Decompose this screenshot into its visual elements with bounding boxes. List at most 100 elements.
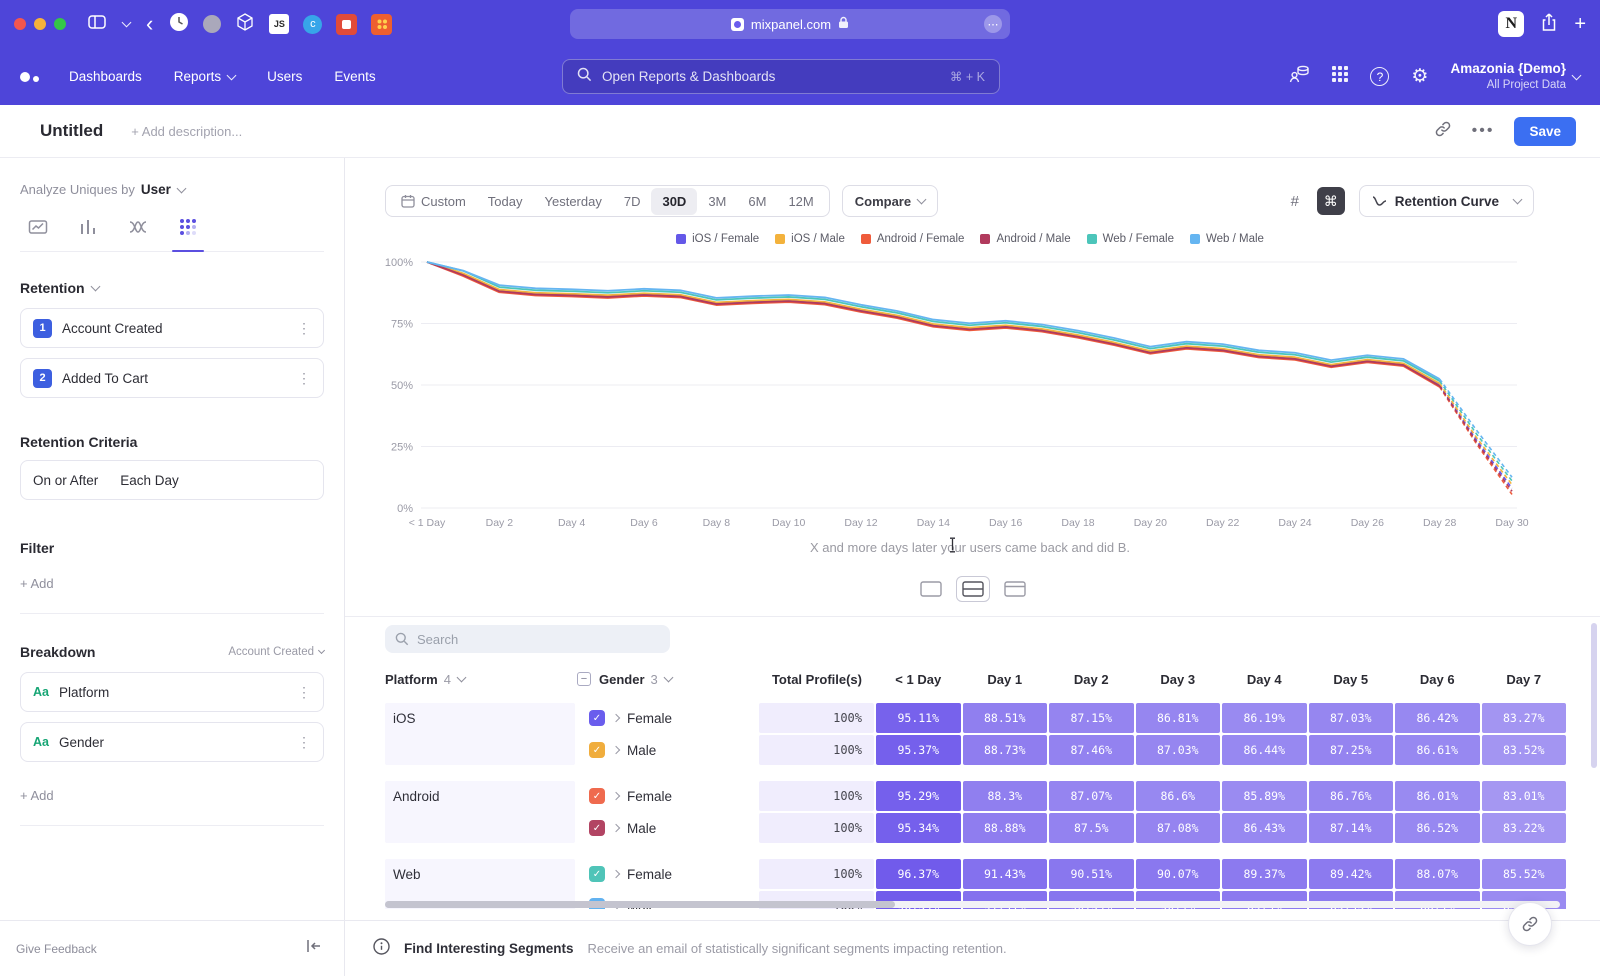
- apps-grid-icon[interactable]: [1332, 66, 1348, 87]
- retention-cell[interactable]: 86.01%: [1395, 781, 1480, 811]
- red-extension-icon[interactable]: [336, 14, 357, 35]
- chart-type-dropdown[interactable]: Retention Curve: [1359, 185, 1534, 217]
- legend-item-android-male[interactable]: Android / Male: [980, 233, 1070, 245]
- legend-item-android-female[interactable]: Android / Female: [861, 233, 965, 245]
- gender-cell[interactable]: ✓Female: [577, 859, 757, 889]
- give-feedback-button[interactable]: Give Feedback: [16, 942, 97, 956]
- chevron-right-icon[interactable]: [612, 870, 620, 878]
- retention-cell[interactable]: 83.52%: [1482, 735, 1567, 765]
- gender-column-header[interactable]: − Gender 3: [577, 672, 757, 687]
- breakdown-platform[interactable]: Aa Platform ⋮: [20, 672, 324, 712]
- browser-sidebar-icon[interactable]: [88, 14, 106, 35]
- table-only-toggle[interactable]: [998, 576, 1032, 602]
- range-7d[interactable]: 7D: [613, 188, 652, 215]
- retention-cell[interactable]: 86.81%: [1136, 703, 1221, 733]
- step-account-created[interactable]: 1 Account Created ⋮: [20, 308, 324, 348]
- retention-cell[interactable]: 88.3%: [963, 781, 1048, 811]
- select-all-checkbox[interactable]: −: [577, 672, 591, 686]
- retention-cell[interactable]: 86.42%: [1395, 703, 1480, 733]
- keyboard-shortcuts-icon[interactable]: ⌘: [1317, 187, 1345, 215]
- retention-cell[interactable]: 90.07%: [1136, 859, 1221, 889]
- find-interesting-segments-button[interactable]: Find Interesting Segments: [404, 941, 574, 956]
- retention-cell[interactable]: 86.76%: [1309, 781, 1394, 811]
- breakdown-gender[interactable]: Aa Gender ⋮: [20, 722, 324, 762]
- user-data-icon[interactable]: [1289, 64, 1310, 89]
- blue-extension-icon[interactable]: c: [303, 15, 322, 34]
- retention-cell[interactable]: 86.61%: [1395, 735, 1480, 765]
- retention-cell[interactable]: 83.22%: [1482, 813, 1567, 843]
- vertical-scrollbar-thumb[interactable]: [1591, 623, 1597, 768]
- new-tab-icon[interactable]: +: [1574, 13, 1586, 36]
- global-search[interactable]: Open Reports & Dashboards ⌘ + K: [562, 59, 1000, 94]
- gender-cell[interactable]: ✓Female: [577, 781, 757, 811]
- range-3m[interactable]: 3M: [697, 188, 737, 215]
- retention-cell[interactable]: 95.29%: [876, 781, 961, 811]
- platform-cell-android[interactable]: Android: [385, 781, 575, 843]
- retention-cell[interactable]: 88.07%: [1395, 859, 1480, 889]
- range-today[interactable]: Today: [477, 188, 534, 215]
- address-more-icon[interactable]: ⋯: [984, 15, 1002, 33]
- split-view-toggle[interactable]: [956, 576, 990, 602]
- add-filter-button[interactable]: + Add: [20, 576, 324, 591]
- retention-cell[interactable]: 95.37%: [876, 735, 961, 765]
- legend-item-ios-male[interactable]: iOS / Male: [775, 233, 845, 245]
- mixpanel-logo[interactable]: [20, 72, 39, 82]
- day-column-header-2[interactable]: Day 2: [1049, 672, 1134, 687]
- nav-dashboards[interactable]: Dashboards: [69, 69, 142, 84]
- horizontal-scrollbar-thumb[interactable]: [385, 901, 895, 908]
- retention-cell[interactable]: 86.43%: [1222, 813, 1307, 843]
- gender-cell[interactable]: ✓Female: [577, 703, 757, 733]
- retention-cell[interactable]: 88.51%: [963, 703, 1048, 733]
- retention-cell[interactable]: 87.07%: [1049, 781, 1134, 811]
- gender-checkbox[interactable]: ✓: [589, 820, 605, 836]
- retention-cell[interactable]: 83.27%: [1482, 703, 1567, 733]
- platform-cell-ios[interactable]: iOS: [385, 703, 575, 765]
- criteria-granularity-select[interactable]: Each Day: [120, 473, 179, 488]
- save-button[interactable]: Save: [1514, 117, 1576, 146]
- retention-section-header[interactable]: Retention: [20, 280, 324, 296]
- retention-cell[interactable]: 96.37%: [876, 859, 961, 889]
- day-column-header-6[interactable]: Day 6: [1395, 672, 1480, 687]
- tab-insights[interactable]: [20, 211, 56, 251]
- range-yesterday[interactable]: Yesterday: [534, 188, 613, 215]
- tab-flows[interactable]: [120, 211, 156, 251]
- annotations-icon[interactable]: #: [1281, 187, 1309, 215]
- step-options-icon[interactable]: ⋮: [297, 370, 311, 387]
- back-button[interactable]: ‹: [146, 13, 153, 35]
- range-30d[interactable]: 30D: [651, 188, 697, 215]
- step-options-icon[interactable]: ⋮: [297, 320, 311, 337]
- retention-cell[interactable]: 91.43%: [963, 859, 1048, 889]
- retention-cell[interactable]: 86.52%: [1395, 813, 1480, 843]
- platform-column-header[interactable]: Platform 4: [385, 672, 575, 687]
- legend-item-web-female[interactable]: Web / Female: [1087, 233, 1174, 245]
- retention-cell[interactable]: 87.14%: [1309, 813, 1394, 843]
- tab-overview-chevron-icon[interactable]: [122, 18, 132, 28]
- gender-checkbox[interactable]: ✓: [589, 866, 605, 882]
- project-switcher[interactable]: Amazonia {Demo} All Project Data: [1450, 61, 1580, 92]
- breakdown-options-icon[interactable]: ⋮: [297, 684, 311, 701]
- chevron-right-icon[interactable]: [612, 714, 620, 722]
- legend-item-ios-female[interactable]: iOS / Female: [676, 233, 759, 245]
- breakdown-scope-dropdown[interactable]: Account Created: [228, 646, 324, 658]
- range-6m[interactable]: 6M: [737, 188, 777, 215]
- add-breakdown-button[interactable]: + Add: [20, 788, 324, 803]
- gender-checkbox[interactable]: ✓: [589, 742, 605, 758]
- retention-cell[interactable]: 85.52%: [1482, 859, 1567, 889]
- more-options-icon[interactable]: •••: [1472, 122, 1495, 140]
- share-link-fab[interactable]: [1508, 902, 1552, 946]
- retention-cell[interactable]: 90.51%: [1049, 859, 1134, 889]
- nav-reports[interactable]: Reports: [174, 69, 235, 84]
- retention-cell[interactable]: 89.37%: [1222, 859, 1307, 889]
- retention-cell[interactable]: 87.08%: [1136, 813, 1221, 843]
- retention-cell[interactable]: 95.11%: [876, 703, 961, 733]
- range-custom[interactable]: Custom: [390, 188, 477, 215]
- retention-cell[interactable]: 87.5%: [1049, 813, 1134, 843]
- nav-users[interactable]: Users: [267, 69, 302, 84]
- gender-cell[interactable]: ✓Male: [577, 813, 757, 843]
- day-column-header-7[interactable]: Day 7: [1482, 672, 1567, 687]
- address-bar[interactable]: mixpanel.com ⋯: [570, 9, 1010, 39]
- analyze-entity-dropdown[interactable]: User: [141, 182, 185, 197]
- package-extension-icon[interactable]: [235, 12, 255, 37]
- add-description[interactable]: + Add description...: [131, 124, 242, 139]
- day-column-header-4[interactable]: Day 4: [1222, 672, 1307, 687]
